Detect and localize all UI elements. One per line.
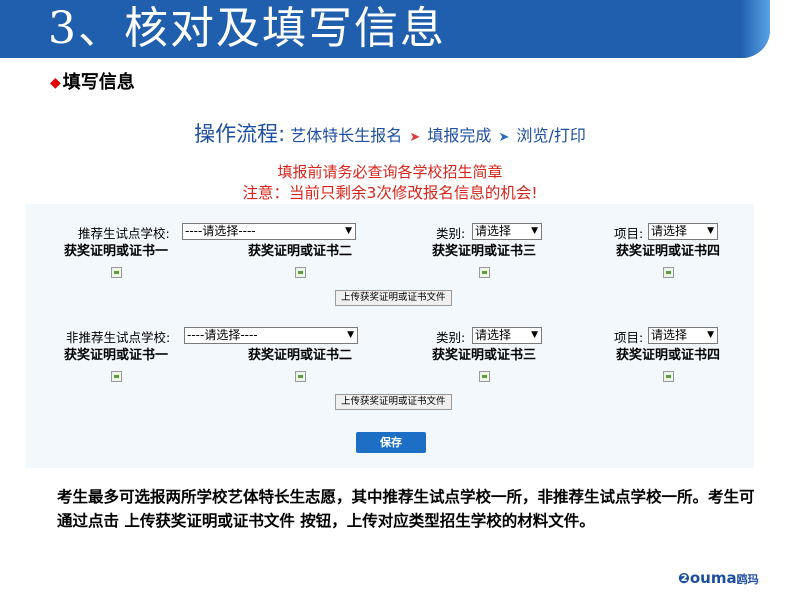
select-value: 请选择	[651, 328, 688, 342]
certificate-title: 获奖证明或证书一	[63, 244, 168, 259]
broken-image-icon[interactable]	[294, 267, 306, 278]
item-label: 项目:	[614, 330, 644, 345]
broken-image-icon[interactable]	[662, 267, 674, 278]
category-select[interactable]: 请选择 ▼	[472, 223, 542, 240]
school-select[interactable]: ----请选择---- ▼	[184, 327, 358, 344]
certificate-title: 获奖证明或证书一	[63, 348, 168, 363]
upload-certificate-button[interactable]: 上传获奖证明或证书文件	[335, 290, 452, 306]
flow-title: 操作流程:	[194, 122, 286, 146]
certificate-slot: 获奖证明或证书三	[404, 242, 564, 282]
certificate-slot: 获奖证明或证书一	[36, 242, 196, 282]
notice-check-brochure: 填报前请务必查询各学校招生简章	[277, 163, 503, 181]
item-select[interactable]: 请选择 ▼	[648, 223, 718, 240]
select-value: ----请选择----	[187, 328, 258, 342]
item-label: 项目:	[614, 226, 644, 241]
school-label: 推荐生试点学校:	[78, 226, 170, 241]
slide-title: 3、核对及填写信息	[48, 3, 446, 54]
diamond-icon: ◆	[50, 75, 61, 91]
broken-image-icon[interactable]	[478, 267, 490, 278]
broken-image-icon[interactable]	[110, 371, 122, 382]
dropdown-caret-icon: ▼	[531, 330, 538, 340]
dropdown-caret-icon: ▼	[531, 226, 538, 236]
certificate-title: 获奖证明或证书三	[431, 244, 536, 259]
dropdown-caret-icon: ▼	[345, 226, 352, 236]
certificate-slot: 获奖证明或证书二	[220, 242, 380, 282]
category-label: 类别:	[436, 226, 466, 241]
select-value: 请选择	[475, 328, 512, 342]
arrow-right-icon: ➤	[409, 130, 421, 145]
banner-accent-strip	[740, 0, 770, 58]
certificate-slot: 获奖证明或证书一	[36, 346, 196, 386]
arrow-right-icon: ➤	[498, 130, 510, 145]
certificate-title: 获奖证明或证书二	[247, 348, 352, 363]
flow-step-print[interactable]: 浏览/打印	[516, 126, 585, 145]
recommended-school-section: 推荐生试点学校: ----请选择---- ▼ 类别: 请选择 ▼ 项目: 请选择 ▼ …	[26, 220, 754, 314]
flow-step-register[interactable]: 艺体特长生报名	[290, 126, 402, 145]
notice-remaining-edits: 注意：当前只剩余3次修改报名信息的机会!	[242, 184, 538, 202]
certificate-slot: 获奖证明或证书三	[404, 346, 564, 386]
dropdown-caret-icon: ▼	[707, 330, 714, 340]
upload-certificate-button[interactable]: 上传获奖证明或证书文件	[335, 394, 452, 410]
form-panel: 操作流程: 艺体特长生报名 ➤ 填报完成 ➤ 浏览/打印 填报前请务必查询各学校…	[26, 104, 754, 468]
save-button[interactable]: 保存	[356, 432, 426, 453]
select-value: 请选择	[651, 224, 688, 238]
description-text: 考生最多可选报两所学校艺体特长生志愿，其中推荐生试点学校一所，非推荐生试点学校一…	[57, 487, 755, 530]
broken-image-icon[interactable]	[110, 267, 122, 278]
category-select[interactable]: 请选择 ▼	[472, 327, 542, 344]
logo-wordmark: ouma	[689, 569, 737, 587]
process-flow: 操作流程: 艺体特长生报名 ➤ 填报完成 ➤ 浏览/打印	[26, 118, 754, 148]
select-value: ----请选择----	[185, 224, 256, 238]
flow-step-complete[interactable]: 填报完成	[427, 126, 491, 145]
non-recommended-school-section: 非推荐生试点学校: ----请选择---- ▼ 类别: 请选择 ▼ 项目: 请选择 ▼…	[26, 324, 754, 418]
certificate-title: 获奖证明或证书三	[431, 348, 536, 363]
certificate-title: 获奖证明或证书四	[615, 244, 720, 259]
subheading-text: 填写信息	[62, 72, 135, 93]
category-label: 类别:	[436, 330, 466, 345]
selection-row: 非推荐生试点学校: ----请选择---- ▼ 类别: 请选择 ▼ 项目: 请选择 ▼	[26, 324, 754, 346]
broken-image-icon[interactable]	[662, 371, 674, 382]
logo-chinese: 鸥玛	[736, 573, 759, 586]
broken-image-icon[interactable]	[478, 371, 490, 382]
certificate-slot: 获奖证明或证书四	[588, 242, 748, 282]
school-label: 非推荐生试点学校:	[66, 330, 171, 345]
broken-image-icon[interactable]	[294, 371, 306, 382]
ouma-logo: ❷ouma鸥玛	[678, 568, 759, 588]
selection-row: 推荐生试点学校: ----请选择---- ▼ 类别: 请选择 ▼ 项目: 请选择 ▼	[26, 220, 754, 242]
dropdown-caret-icon: ▼	[347, 330, 354, 340]
item-select[interactable]: 请选择 ▼	[648, 327, 718, 344]
certificate-title: 获奖证明或证书四	[615, 348, 720, 363]
dropdown-caret-icon: ▼	[707, 226, 714, 236]
school-select[interactable]: ----请选择---- ▼	[182, 223, 356, 240]
subheading: ◆ 填写信息	[50, 70, 135, 96]
select-value: 请选择	[475, 224, 512, 238]
logo-ring-icon: ❷	[678, 571, 690, 587]
certificate-slot: 获奖证明或证书四	[588, 346, 748, 386]
certificate-title: 获奖证明或证书二	[247, 244, 352, 259]
certificate-slot: 获奖证明或证书二	[220, 346, 380, 386]
